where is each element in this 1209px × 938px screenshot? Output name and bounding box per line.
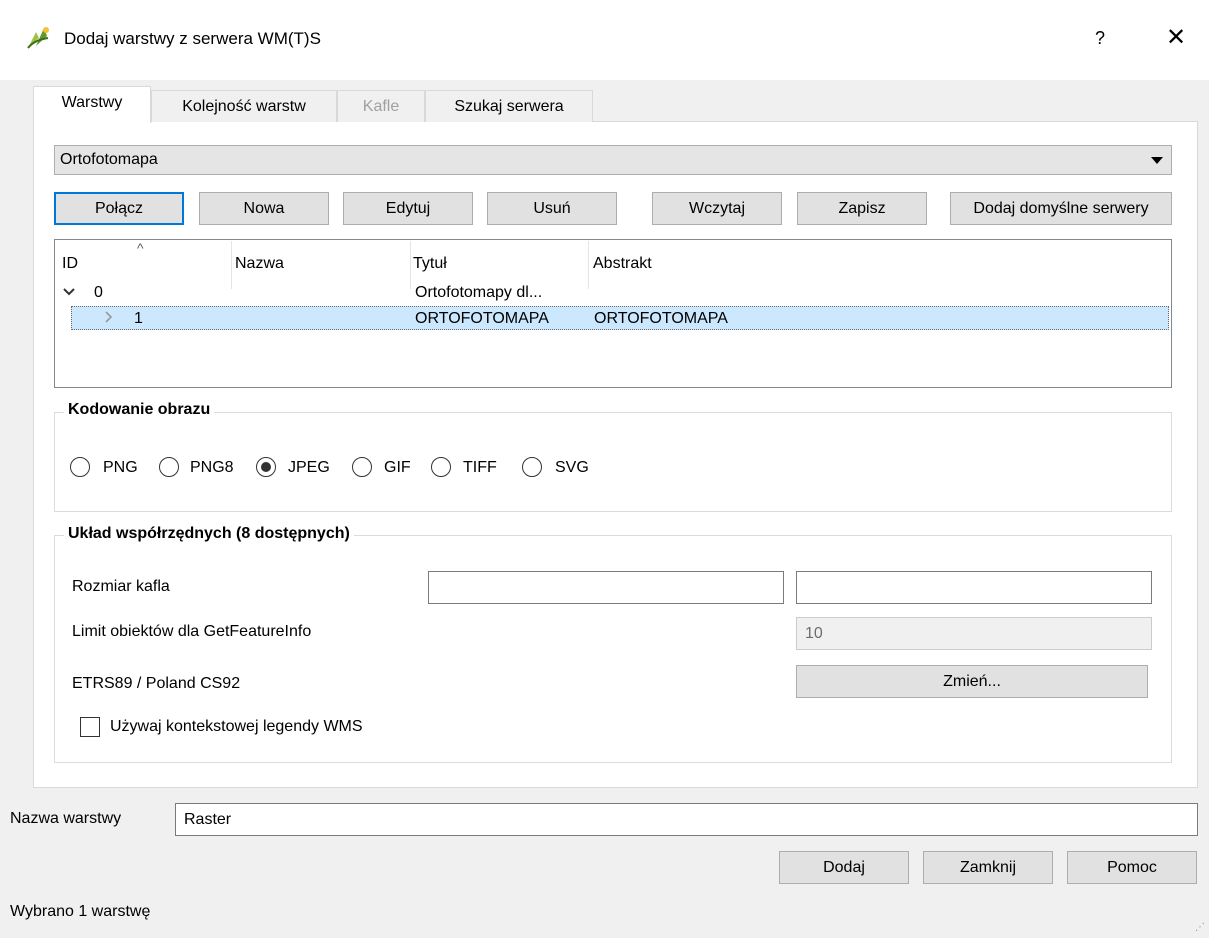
radio-jpeg[interactable] <box>256 457 276 477</box>
add-button[interactable]: Dodaj <box>779 851 909 884</box>
tab-tiles[interactable]: Kafle <box>337 90 425 122</box>
column-header-title[interactable]: Tytuł <box>413 241 589 289</box>
radio-label-gif[interactable]: GIF <box>384 459 411 477</box>
tab-layer-order[interactable]: Kolejność warstw <box>151 90 337 122</box>
contextual-legend-checkbox[interactable] <box>80 717 100 737</box>
image-encoding-title: Kodowanie obrazu <box>64 401 215 419</box>
edit-button[interactable]: Edytuj <box>343 192 473 225</box>
help-button[interactable]: Pomoc <box>1067 851 1197 884</box>
sort-ascending-icon: ^ <box>137 240 144 256</box>
table-row-title[interactable]: ORTOFOTOMAPA <box>415 310 549 328</box>
table-row-id[interactable]: 1 <box>134 310 143 328</box>
remove-button[interactable]: Usuń <box>487 192 617 225</box>
radio-png[interactable] <box>70 457 90 477</box>
new-button[interactable]: Nowa <box>199 192 329 225</box>
connect-button[interactable]: Połącz <box>54 192 184 225</box>
close-button[interactable]: ✕ <box>1160 22 1192 54</box>
column-header-abstract[interactable]: Abstrakt <box>593 241 1171 289</box>
tab-layers[interactable]: Warstwy <box>33 86 151 123</box>
radio-label-jpeg[interactable]: JPEG <box>288 459 330 477</box>
radio-label-svg[interactable]: SVG <box>555 459 589 477</box>
radio-label-tiff[interactable]: TIFF <box>463 459 497 477</box>
chevron-right-icon[interactable] <box>102 310 116 329</box>
crs-name-label: ETRS89 / Poland CS92 <box>72 675 241 692</box>
table-row-id[interactable]: 0 <box>94 284 103 302</box>
layer-name-input[interactable]: Raster <box>175 803 1198 836</box>
add-default-servers-button[interactable]: Dodaj domyślne serwery <box>950 192 1172 225</box>
close-dialog-button[interactable]: Zamknij <box>923 851 1053 884</box>
feature-limit-label: Limit obiektów dla GetFeatureInfo <box>72 623 312 640</box>
chevron-down-icon[interactable] <box>62 285 76 304</box>
table-row-abstract[interactable]: ORTOFOTOMAPA <box>594 310 728 328</box>
radio-svg[interactable] <box>522 457 542 477</box>
server-select-value: Ortofotomapa <box>60 151 158 168</box>
crs-group-title: Układ współrzędnych (8 dostępnych) <box>64 525 354 543</box>
window-title: Dodaj warstwy z serwera WM(T)S <box>64 29 321 48</box>
layer-name-label: Nazwa warstwy <box>10 810 122 827</box>
radio-gif[interactable] <box>352 457 372 477</box>
save-button[interactable]: Zapisz <box>797 192 927 225</box>
change-crs-button[interactable]: Zmień... <box>796 665 1148 698</box>
radio-tiff[interactable] <box>431 457 451 477</box>
load-button[interactable]: Wczytaj <box>652 192 782 225</box>
tile-size-label: Rozmiar kafla <box>72 578 170 595</box>
tab-search-server[interactable]: Szukaj serwera <box>425 90 593 122</box>
tile-width-input[interactable] <box>428 571 784 604</box>
column-header-id[interactable]: ID <box>62 241 232 289</box>
server-select[interactable]: Ortofotomapa <box>54 145 1172 175</box>
radio-label-png[interactable]: PNG <box>103 459 138 477</box>
resize-grip-icon[interactable]: ⋰ <box>1195 922 1205 933</box>
radio-png8[interactable] <box>159 457 179 477</box>
column-header-name[interactable]: Nazwa <box>235 241 411 289</box>
radio-label-png8[interactable]: PNG8 <box>190 459 234 477</box>
feature-limit-input[interactable]: 10 <box>796 617 1152 650</box>
caret-down-icon <box>1151 157 1163 164</box>
qgis-icon <box>26 24 52 50</box>
status-text: Wybrano 1 warstwę <box>10 903 151 920</box>
tile-height-input[interactable] <box>796 571 1152 604</box>
contextual-legend-label[interactable]: Używaj kontekstowej legendy WMS <box>110 718 363 736</box>
table-row-title[interactable]: Ortofotomapy dl... <box>415 284 542 302</box>
help-title-button[interactable]: ? <box>1084 22 1116 54</box>
